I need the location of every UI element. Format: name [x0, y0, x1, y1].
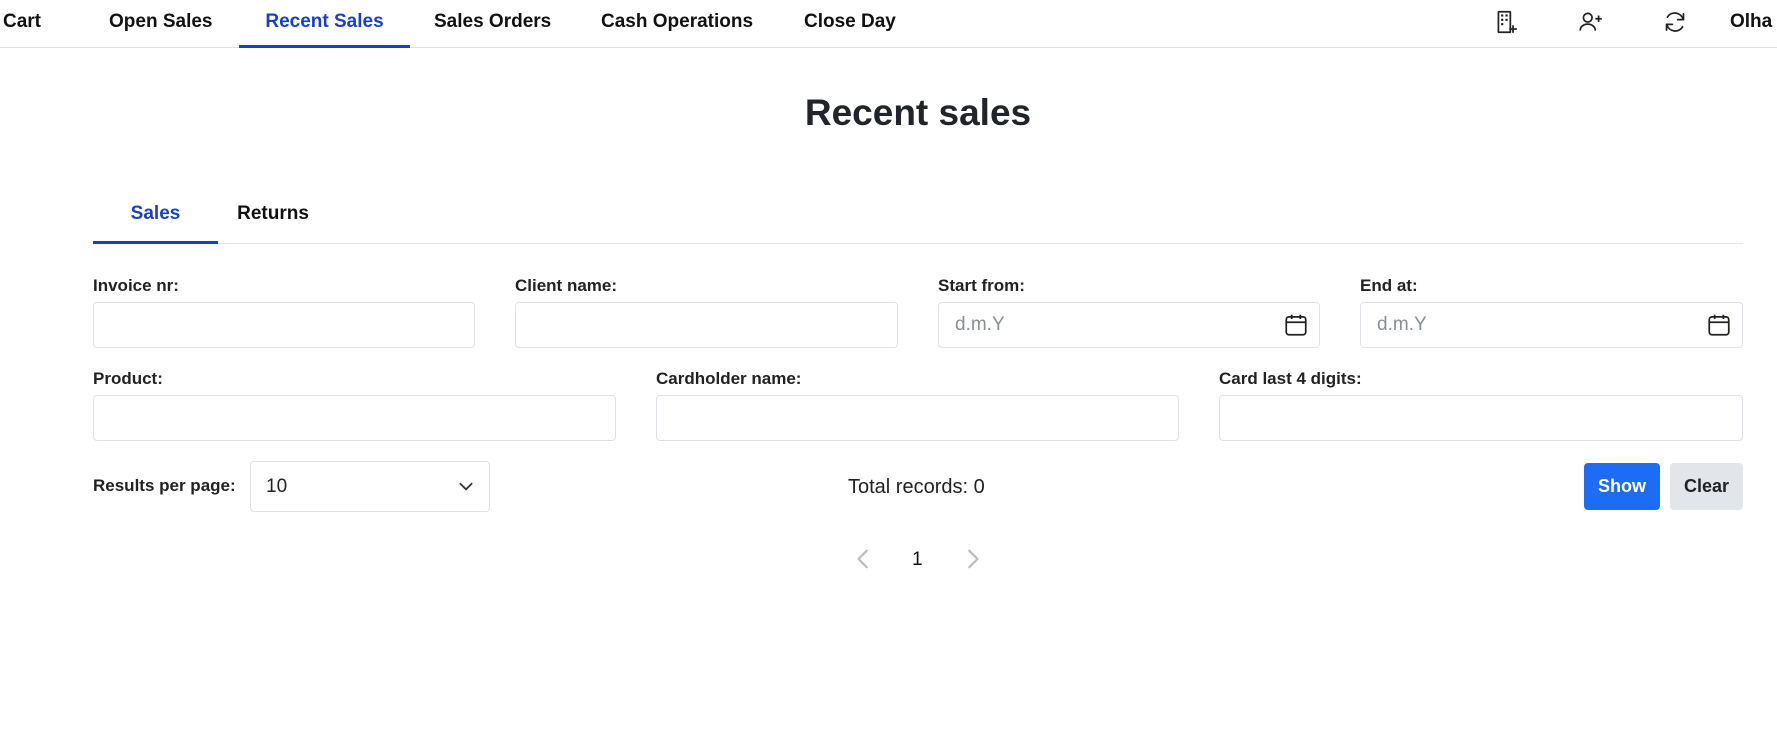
calendar-icon[interactable] — [1706, 312, 1732, 338]
chevron-left-icon[interactable] — [855, 548, 873, 570]
building-add-icon[interactable] — [1493, 9, 1519, 35]
nav-tab-cash-operations[interactable]: Cash Operations — [601, 0, 753, 47]
subtab-sales[interactable]: Sales — [93, 190, 218, 244]
page-title: Recent sales — [804, 92, 1032, 133]
calendar-icon[interactable] — [1283, 312, 1309, 338]
product-input[interactable] — [93, 395, 616, 441]
invoice-nr-input[interactable] — [93, 302, 475, 348]
results-per-page-select[interactable]: 10 — [250, 461, 490, 512]
cardholder-name-input[interactable] — [656, 395, 1179, 441]
product-label: Product: — [93, 369, 163, 388]
subtabs: Sales Returns — [93, 190, 1743, 244]
refresh-icon[interactable] — [1662, 9, 1688, 35]
user-add-icon[interactable] — [1578, 9, 1604, 35]
nav-tab-sales-orders[interactable]: Sales Orders — [434, 0, 551, 47]
client-name-label: Client name: — [515, 276, 618, 295]
card-last4-input[interactable] — [1219, 395, 1743, 441]
subtab-returns[interactable]: Returns — [223, 190, 323, 243]
user-name[interactable]: Olha — [1730, 0, 1772, 44]
results-per-page-label: Results per page: — [93, 476, 236, 495]
start-from-input[interactable] — [938, 302, 1320, 348]
nav-tab-open-sales[interactable]: Open Sales — [109, 0, 213, 47]
nav-tab-recent-sales[interactable]: Recent Sales — [239, 0, 410, 48]
results-per-page-value: 10 — [266, 476, 288, 497]
page-number[interactable]: 1 — [912, 549, 923, 571]
card-last4-label: Card last 4 digits: — [1219, 369, 1362, 388]
start-from-label: Start from: — [938, 276, 1025, 295]
client-name-input[interactable] — [515, 302, 898, 348]
nav-tab-cart[interactable]: Cart — [3, 0, 41, 47]
end-at-input[interactable] — [1360, 302, 1743, 348]
top-navigation: Cart Open Sales Recent Sales Sales Order… — [0, 0, 1777, 48]
show-button[interactable]: Show — [1584, 463, 1660, 510]
invoice-nr-label: Invoice nr: — [93, 276, 179, 295]
nav-tab-close-day[interactable]: Close Day — [804, 0, 896, 47]
end-at-label: End at: — [1360, 276, 1418, 295]
chevron-right-icon[interactable] — [963, 548, 981, 570]
chevron-down-icon — [457, 477, 475, 495]
cardholder-name-label: Cardholder name: — [656, 369, 802, 388]
total-records: Total records: 0 — [848, 476, 985, 498]
clear-button[interactable]: Clear — [1670, 463, 1743, 510]
